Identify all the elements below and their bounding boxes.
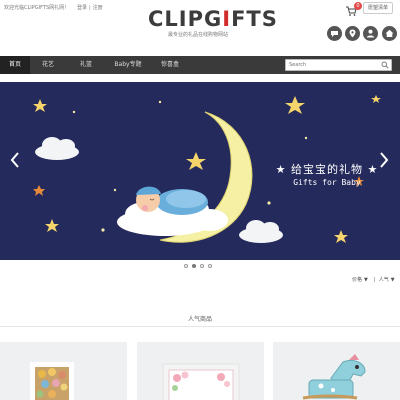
search-icon[interactable] [381,61,389,69]
nav-item-gift-baskets[interactable]: 礼篮 [76,56,96,74]
product-card[interactable] [273,342,400,400]
star-decoration [33,185,45,196]
logo-text-part-1: CLIPG [148,7,223,31]
banner-headline: ★ 给宝宝的礼物 ★ [272,161,382,177]
site-logo[interactable]: CLIPGIFTS 最专业的礼品在线购物网站 [148,7,277,38]
sort-controls: 价格 ▼ | 人气 ▼ [352,276,399,283]
nav-item-surprise-box[interactable]: 惊喜盒 [158,56,182,74]
carousel-dot-active[interactable] [192,264,196,268]
home-icon[interactable] [382,26,397,41]
register-link[interactable]: 注册 [93,5,103,11]
section-divider [0,326,400,327]
chevron-down-icon: ▼ [364,277,368,283]
chat-icon[interactable] [327,26,342,41]
logo-wordmark: CLIPGIFTS [148,7,277,31]
logo-text-part-2: FTS [231,7,278,31]
sort-by-price[interactable]: 价格 ▼ [352,277,370,283]
auth-separator: | [89,5,91,11]
login-link[interactable]: 登录 [77,5,87,11]
carousel-indicators [184,264,216,270]
banner-subheadline: Gifts for Baby [293,178,361,187]
nav-item-home[interactable]: 首页 [0,56,30,74]
product-card[interactable] [0,342,127,400]
wishlist-label: 愿望清单 [368,5,389,11]
product-card[interactable] [137,342,264,400]
star-decoration [371,95,381,103]
cloud-decoration [239,220,283,243]
sleeping-baby [136,186,208,215]
hero-banner[interactable]: ★ 给宝宝的礼物 ★ Gifts for Baby [0,82,400,260]
banner-star-right: ★ [367,163,379,176]
chevron-down-icon: ▼ [390,277,395,283]
main-nav: 首页 花艺 礼篮 Baby专题 惊喜盒 [0,56,400,74]
chevron-left-icon [10,152,19,168]
carousel-dot[interactable] [208,264,212,268]
location-icon[interactable] [345,26,360,41]
star-decoration [285,96,305,114]
star-decoration [33,99,47,112]
nav-item-baby[interactable]: Baby专题 [110,56,146,74]
sort-separator: | [373,277,376,283]
header-icon-row [327,26,399,44]
logo-text-highlight: I [222,7,232,31]
cart-count-badge: 0 [354,2,362,10]
section-title: 人气商品 [187,316,212,323]
search-input[interactable] [289,60,377,70]
banner-headline-text: 给宝宝的礼物 [291,163,363,176]
wishlist-button[interactable]: 愿望清单 [363,2,394,14]
top-header: 欢迎光临CLIPGIFTS网礼网！ 登录 | 注册 CLIPGIFTS 最专业的礼品… [0,0,400,56]
page: 欢迎光临CLIPGIFTS网礼网！ 登录 | 注册 CLIPGIFTS 最专业的礼品… [0,0,400,400]
search-box [285,59,392,71]
site-tagline: 最专业的礼品在线购物网站 [167,32,228,38]
user-icon[interactable] [363,26,378,41]
star-decoration [334,230,348,243]
cloud-decoration [35,137,79,160]
welcome-text: 欢迎光临CLIPGIFTS网礼网！ [4,5,70,11]
carousel-dot[interactable] [200,264,204,268]
product-image [302,354,366,400]
auth-links: 登录 | 注册 [77,4,105,11]
sort-by-popularity[interactable]: 人气 ▼ [379,277,397,283]
carousel-dot[interactable] [184,264,188,268]
banner-star-left: ★ [275,163,287,176]
product-image [162,363,240,400]
product-image [30,362,74,400]
nav-item-flowers[interactable]: 花艺 [38,56,58,74]
star-decoration [45,219,59,232]
star-decoration [186,152,206,170]
cart-button[interactable]: 0 [345,2,362,16]
banner-prev-button[interactable] [8,150,22,170]
